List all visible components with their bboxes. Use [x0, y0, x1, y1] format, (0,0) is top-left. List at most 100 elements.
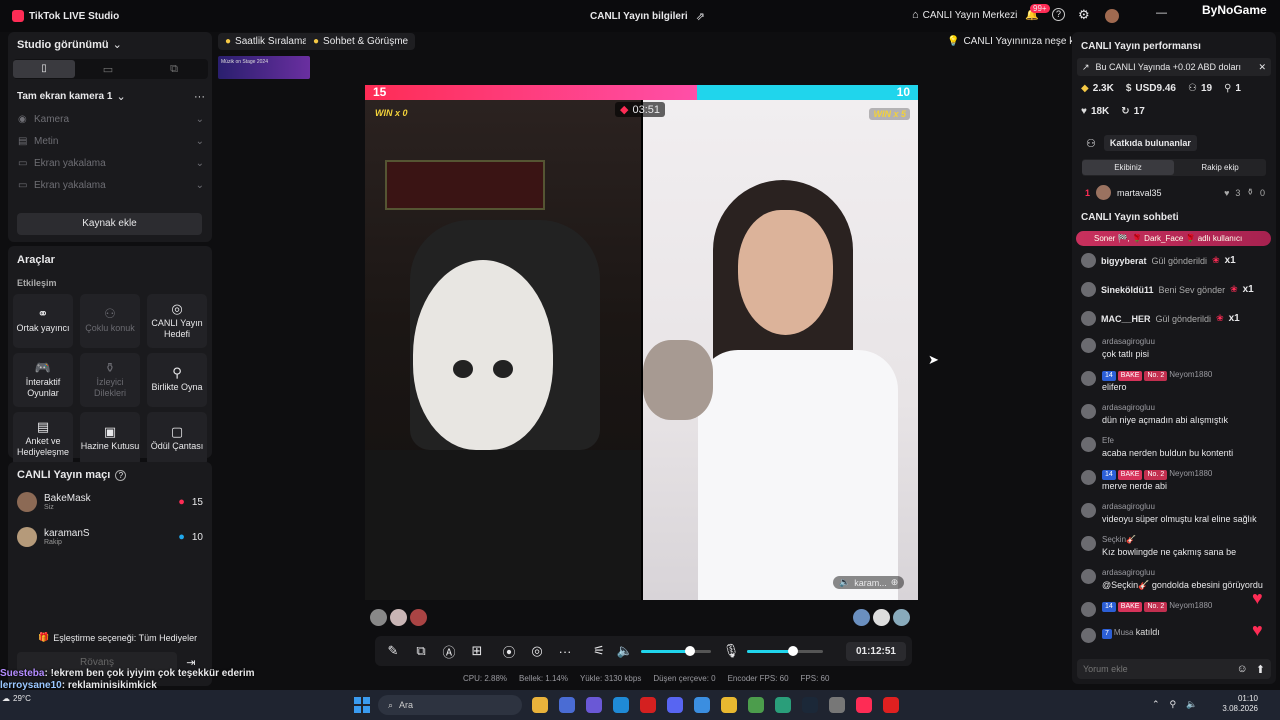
avatar[interactable]: [370, 609, 387, 626]
emoji-icon[interactable]: ☺: [1237, 663, 1248, 675]
live-center-button[interactable]: ⌂ CANLI Yayın Merkezi: [912, 9, 1017, 21]
avatar[interactable]: [853, 609, 870, 626]
avatar[interactable]: [873, 609, 890, 626]
chevron-down-icon[interactable]: ⌄: [113, 38, 122, 51]
volume-slider[interactable]: [641, 645, 711, 656]
add-source-button[interactable]: Kaynak ekle: [17, 213, 202, 235]
event-banner[interactable]: Müzik on Stage 2024: [218, 56, 310, 79]
opera-icon[interactable]: [640, 697, 656, 713]
tool-button[interactable]: ⚲ Birlikte Oyna: [147, 353, 207, 407]
source-item[interactable]: ▭ Ekran yakalama ⌄: [18, 152, 204, 174]
tab-your-team[interactable]: Ekibiniz: [1082, 160, 1174, 175]
folder-icon[interactable]: [721, 697, 737, 713]
avatar[interactable]: [390, 609, 407, 626]
tool-button[interactable]: ⚇ Çoklu konuk: [80, 294, 140, 348]
source-item[interactable]: ▤ Metin ⌄: [18, 130, 204, 152]
tool-button[interactable]: ▢ Ödül Çantası: [147, 412, 207, 466]
chat-message[interactable]: 14 BAKE No. 2 Neyom1880: [1081, 600, 1271, 617]
minimize-icon[interactable]: —: [1156, 7, 1167, 19]
join-banner: Soner 🏁, 🌹 Dark_Face 🌹 adlı kullanıcı: [1076, 231, 1271, 246]
studio-view-title[interactable]: Studio görünümü: [17, 39, 109, 51]
mic-slider[interactable]: [747, 645, 823, 656]
discord-icon[interactable]: [667, 697, 683, 713]
screen-icon[interactable]: ⧉: [409, 643, 433, 659]
clock[interactable]: 01:10 3.08.2026: [1218, 694, 1258, 714]
more-icon[interactable]: ···: [194, 91, 205, 103]
chat-call-button[interactable]: ● Sohbet & Görüşme: [306, 33, 416, 50]
volume-icon[interactable]: 🔈: [613, 643, 637, 659]
landscape-layout-icon[interactable]: ▭: [75, 63, 141, 76]
match-row-self: BakeMask Siz ● 15: [17, 492, 203, 512]
tool-button[interactable]: ⚭ Ortak yayıncı: [13, 294, 73, 348]
tool-button[interactable]: ⚱ İzleyici Dilekleri: [80, 353, 140, 407]
help-icon[interactable]: ?: [115, 469, 127, 481]
avatar[interactable]: [893, 609, 910, 626]
guest-name-tag[interactable]: 🔈 karam... ⊕: [833, 576, 905, 589]
chat-message[interactable]: Efe acaba nerden buldun bu kontenti: [1081, 435, 1271, 459]
chat-message[interactable]: ardasagirogluu videoyu süper olmuştu kral…: [1081, 501, 1271, 525]
tab-rival-team[interactable]: Rakip ekip: [1174, 163, 1266, 172]
avatar[interactable]: [1105, 9, 1119, 23]
tiktok-icon[interactable]: [856, 697, 872, 713]
sticker-icon[interactable]: Ⓐ: [437, 642, 461, 661]
tool-button[interactable]: 🎮 İnteraktif Oyunlar: [13, 353, 73, 407]
help-icon[interactable]: ?: [1052, 8, 1065, 21]
chat-message[interactable]: ardasagirogluu @Seçkin🎸 gondolda ebesini …: [1081, 567, 1271, 591]
source-item[interactable]: ◉ Kamera ⌄: [18, 108, 204, 130]
tool-button[interactable]: ▤ Anket ve Hediyeleşme: [13, 412, 73, 466]
edge-icon[interactable]: [613, 697, 629, 713]
contributors-button[interactable]: Katkıda bulunanlar: [1103, 135, 1197, 151]
teams-icon[interactable]: [586, 697, 602, 713]
send-icon[interactable]: ⬆: [1256, 663, 1265, 676]
avatar[interactable]: [410, 609, 427, 626]
mixer-icon[interactable]: ⚟: [587, 643, 611, 659]
portrait-layout-icon[interactable]: ▯: [13, 60, 75, 78]
record-icon[interactable]: ⦿: [497, 642, 521, 661]
chevron-up-icon[interactable]: ⌃: [1152, 699, 1160, 710]
obs-icon[interactable]: [829, 697, 845, 713]
settings-icon[interactable]: ⚙: [1078, 7, 1090, 23]
split-layout-icon[interactable]: ⧉: [141, 63, 207, 76]
chat-message[interactable]: Seçkin🎸 Kız bowlingde ne çakmış sana be: [1081, 534, 1271, 558]
mail-icon[interactable]: [694, 697, 710, 713]
tool-button[interactable]: ▣ Hazine Kutusu: [80, 412, 140, 466]
speaker-icon[interactable]: 🔈: [1186, 699, 1197, 710]
chat-message[interactable]: ardasagirogluu dün niye açmadın abi alışm…: [1081, 402, 1271, 426]
steam-icon[interactable]: [802, 697, 818, 713]
youtube-icon[interactable]: [883, 697, 899, 713]
hourly-ranking-button[interactable]: ● Saatlik Sıralama: [218, 33, 315, 50]
live-info-title[interactable]: CANLI Yayın bilgileri: [590, 11, 688, 22]
windows-start-icon[interactable]: [354, 697, 370, 713]
close-icon[interactable]: ✕: [1258, 62, 1266, 73]
more-icon[interactable]: ···: [553, 644, 577, 659]
weather-widget[interactable]: ☁ 29°C: [2, 694, 31, 703]
chat-message[interactable]: 7 Musa katıldı: [1081, 626, 1271, 643]
camera-section-title[interactable]: Tam ekran kamera 1: [17, 91, 112, 102]
chrome-icon[interactable]: [532, 697, 548, 713]
chat-message[interactable]: 14 BAKE No. 2 Neyom1880 merve nerde abi: [1081, 468, 1271, 492]
mic-knob[interactable]: [787, 645, 798, 656]
effects-icon[interactable]: ✎: [381, 643, 405, 659]
top-contributor-row[interactable]: 1 martaval35 ♥ 3 ⚱ 0: [1085, 185, 1265, 200]
teams-icon[interactable]: [559, 697, 575, 713]
user-icon[interactable]: ⚇: [1086, 137, 1096, 150]
camera-icon: ◉: [18, 113, 27, 125]
source-item[interactable]: ▭ Ekran yakalama ⌄: [18, 174, 204, 196]
chrome-icon[interactable]: [748, 697, 764, 713]
share-icon[interactable]: ⇗: [696, 10, 705, 23]
tool-button[interactable]: ◎ CANLI Yayın Hedefi: [147, 294, 207, 348]
chat-text: Kız bowlingde ne çakmış sana be: [1102, 547, 1237, 557]
pairing-option[interactable]: 🎁 Eşleştirme seçeneği: Tüm Hediyeler: [38, 632, 197, 643]
xbox-icon[interactable]: [775, 697, 791, 713]
chevron-down-icon[interactable]: ⌄: [116, 90, 125, 103]
network-icon[interactable]: ⚲: [1170, 699, 1177, 710]
taskbar-search[interactable]: ⌕ Ara: [378, 695, 522, 715]
volume-knob[interactable]: [685, 645, 695, 656]
capture-icon[interactable]: ⊞: [465, 643, 489, 659]
avatar: [1096, 185, 1112, 200]
mic-icon[interactable]: 🎙: [719, 643, 743, 659]
chat-message[interactable]: 14 BAKE No. 2 Neyom1880 elifero: [1081, 369, 1271, 393]
chat-message[interactable]: ardasagirogluu çok tatlı pisi: [1081, 336, 1271, 360]
comment-input[interactable]: [1083, 664, 1223, 674]
camera-switch-icon[interactable]: ◎: [525, 643, 549, 659]
